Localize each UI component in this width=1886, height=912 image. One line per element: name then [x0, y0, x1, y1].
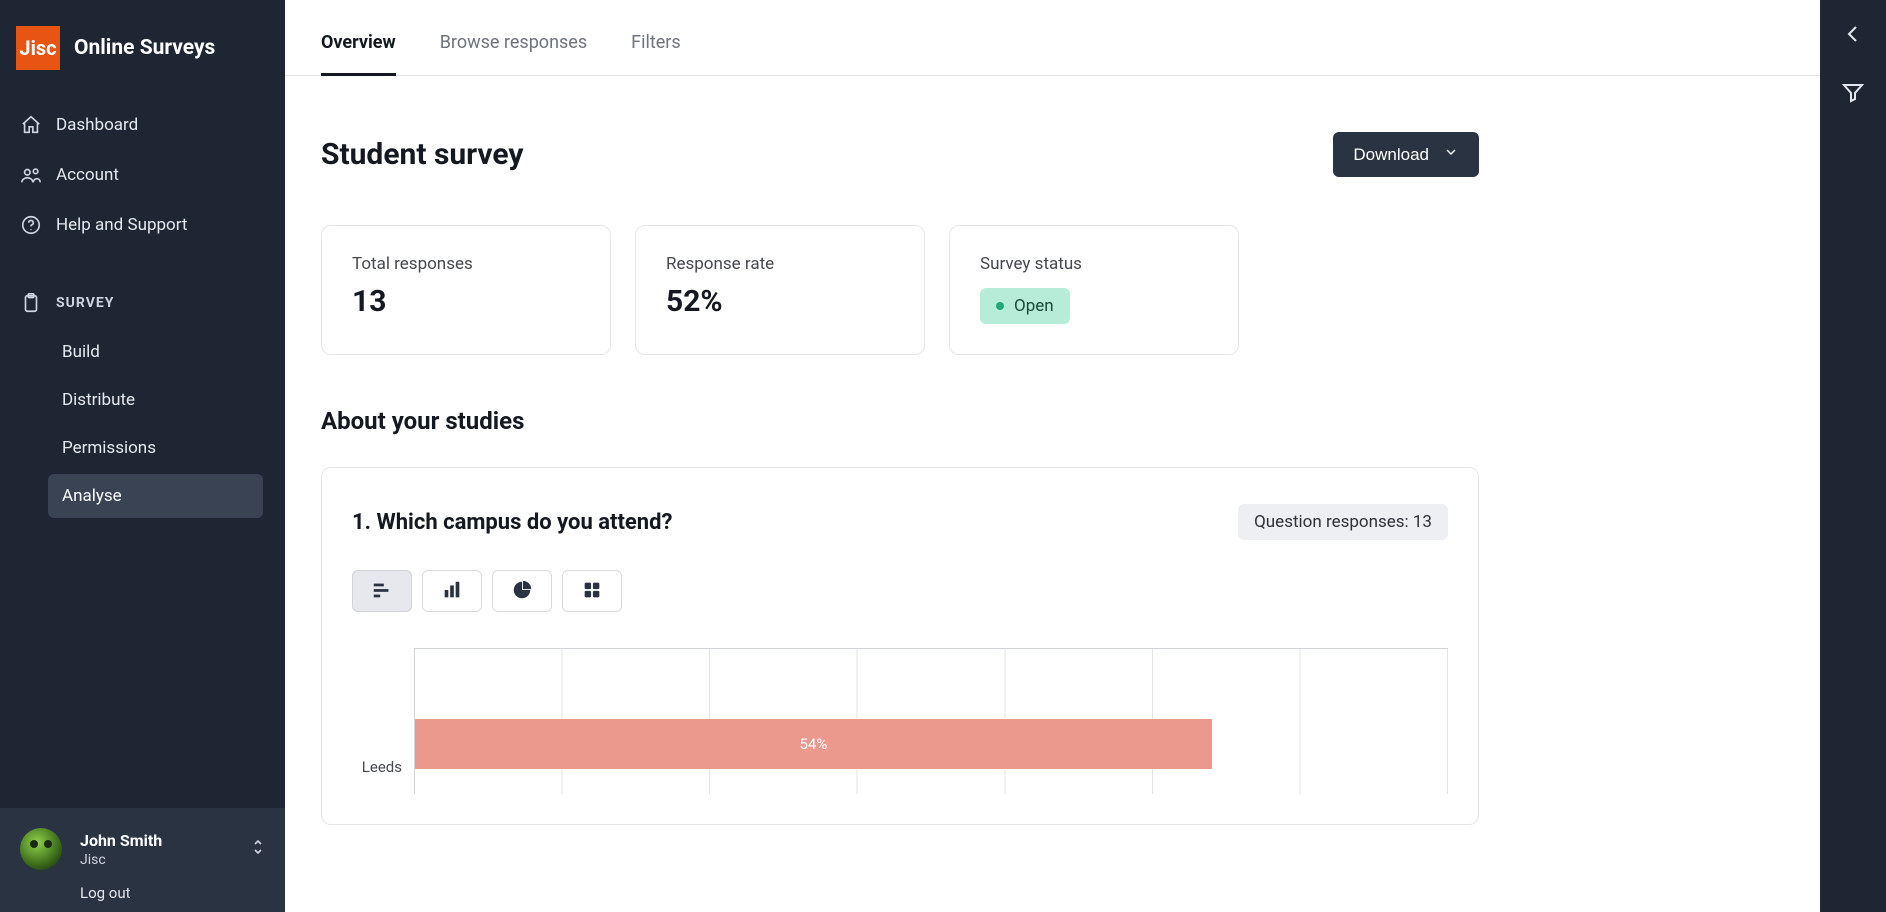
home-icon: [20, 114, 42, 136]
stats-row: Total responses 13 Response rate 52% Sur…: [321, 225, 1479, 355]
nav-section-label: SURVEY: [56, 295, 114, 311]
stat-label: Total responses: [352, 254, 580, 274]
viz-hbar-button[interactable]: [352, 570, 412, 612]
filter-icon: [1841, 80, 1865, 108]
nav-label: Help and Support: [56, 215, 187, 235]
survey-subnav: Build Distribute Permissions Analyse: [48, 330, 263, 518]
clipboard-icon: [20, 292, 42, 314]
nav-label: Dashboard: [56, 115, 138, 135]
viz-buttons: [352, 570, 1448, 612]
chart-bar: 54%: [415, 719, 1212, 769]
chevron-left-icon: [1841, 22, 1865, 50]
user-org: Jisc: [80, 852, 233, 868]
nav-account[interactable]: Account: [10, 152, 275, 198]
hbar-icon: [371, 579, 393, 604]
content: Student survey Download Total responses …: [285, 76, 1515, 865]
brand[interactable]: Jisc Online Surveys: [10, 26, 275, 70]
avatar: [20, 828, 62, 870]
user-menu[interactable]: John Smith Jisc: [20, 828, 265, 870]
question-title: 1. Which campus do you attend?: [352, 510, 672, 535]
stat-label: Response rate: [666, 254, 894, 274]
main-nav: Dashboard Account Help and Support SURVE…: [10, 102, 275, 518]
subnav-build[interactable]: Build: [48, 330, 263, 374]
filter-button[interactable]: [1837, 78, 1869, 110]
stat-value: 52%: [666, 284, 894, 319]
logout-link[interactable]: Log out: [80, 884, 265, 902]
collapse-button[interactable]: [1837, 20, 1869, 52]
question-responses-pill: Question responses: 13: [1238, 504, 1448, 540]
status-dot-icon: [996, 302, 1004, 310]
tab-overview[interactable]: Overview: [321, 32, 396, 76]
stat-survey-status: Survey status Open: [949, 225, 1239, 355]
help-icon: [20, 214, 42, 236]
nav-help[interactable]: Help and Support: [10, 202, 275, 248]
main: Overview Browse responses Filters Studen…: [285, 0, 1820, 912]
viz-pie-button[interactable]: [492, 570, 552, 612]
viz-vbar-button[interactable]: [422, 570, 482, 612]
nav-section-survey: SURVEY: [10, 280, 275, 326]
tabbar: Overview Browse responses Filters: [285, 0, 1820, 76]
nav-label: Account: [56, 165, 119, 185]
chart-plot: 54%: [414, 648, 1448, 794]
download-button[interactable]: Download: [1333, 132, 1479, 177]
stat-total-responses: Total responses 13: [321, 225, 611, 355]
section-title: About your studies: [321, 407, 1479, 435]
chevron-down-icon: [1443, 144, 1459, 165]
grid-icon: [581, 579, 603, 604]
brand-logo: Jisc: [16, 26, 60, 70]
right-rail: [1820, 0, 1886, 912]
user-name: John Smith: [80, 831, 233, 850]
sidebar: Jisc Online Surveys Dashboard Account: [0, 0, 285, 912]
pie-icon: [511, 579, 533, 604]
subnav-permissions[interactable]: Permissions: [48, 426, 263, 470]
stat-label: Survey status: [980, 254, 1208, 274]
subnav-distribute[interactable]: Distribute: [48, 378, 263, 422]
page-title: Student survey: [321, 137, 524, 172]
tab-filters[interactable]: Filters: [631, 32, 681, 76]
tab-browse-responses[interactable]: Browse responses: [440, 32, 587, 76]
title-row: Student survey Download: [321, 132, 1479, 177]
stat-response-rate: Response rate 52%: [635, 225, 925, 355]
viz-grid-button[interactable]: [562, 570, 622, 612]
status-text: Open: [1014, 296, 1054, 316]
vbar-icon: [441, 579, 463, 604]
user-info: John Smith Jisc: [80, 831, 233, 868]
status-badge: Open: [980, 288, 1070, 324]
chart: Leeds 54%: [352, 648, 1448, 794]
brand-title: Online Surveys: [74, 36, 215, 60]
chart-y-labels: Leeds: [352, 648, 414, 794]
question-card: 1. Which campus do you attend? Question …: [321, 467, 1479, 825]
people-icon: [20, 164, 42, 186]
sort-icon: [251, 838, 265, 860]
sidebar-footer: John Smith Jisc Log out: [0, 808, 285, 912]
download-label: Download: [1353, 145, 1429, 165]
nav-dashboard[interactable]: Dashboard: [10, 102, 275, 148]
stat-value: 13: [352, 284, 580, 319]
subnav-analyse[interactable]: Analyse: [48, 474, 263, 518]
chart-category-label: Leeds: [352, 742, 414, 792]
question-header: 1. Which campus do you attend? Question …: [352, 504, 1448, 540]
